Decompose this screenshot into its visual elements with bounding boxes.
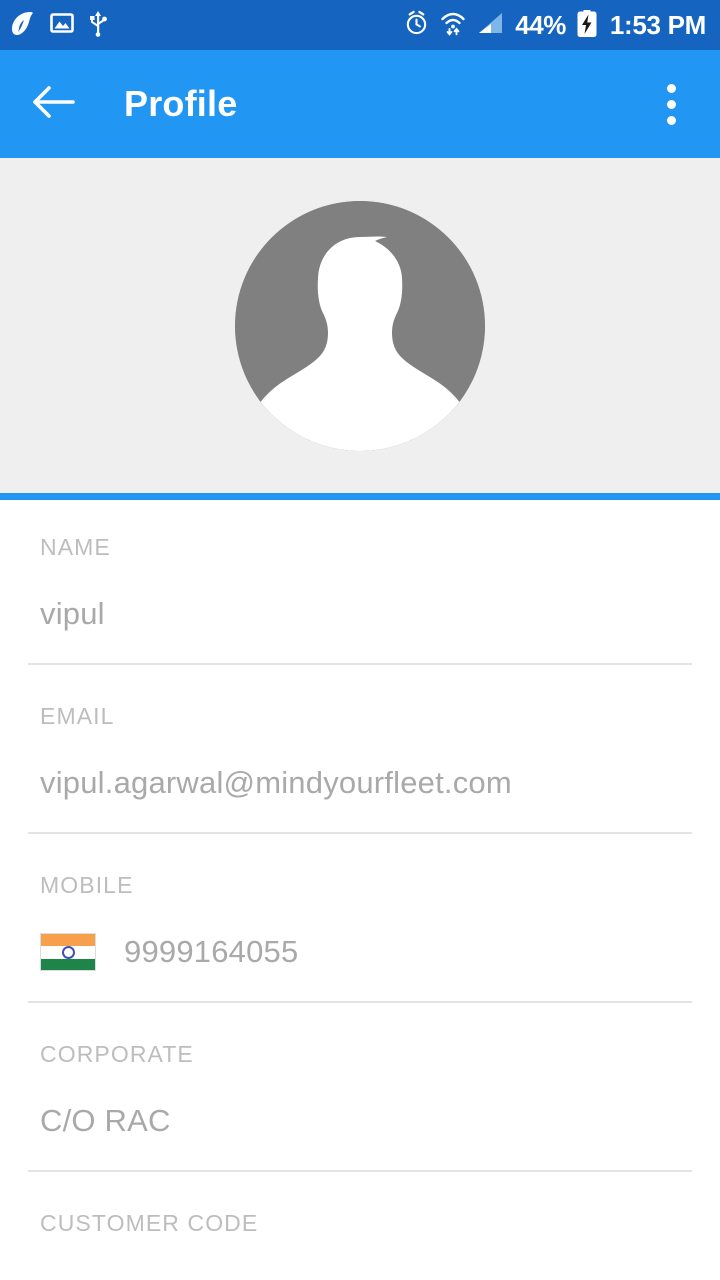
status-bar-clock: 1:53 PM (609, 10, 706, 40)
ashoka-chakra-icon (61, 945, 75, 959)
flag-band-green (41, 958, 95, 970)
field-value-mobile: 9999164055 (124, 934, 299, 969)
field-corporate[interactable]: CORPORATE C/O RAC (0, 1041, 720, 1172)
field-value-name: vipul (40, 596, 105, 631)
carrier-logo-icon (10, 9, 36, 42)
alarm-icon (404, 10, 429, 41)
flag-band-saffron (41, 934, 95, 946)
field-value-row-mobile[interactable]: 9999164055 (0, 921, 720, 983)
avatar[interactable] (235, 200, 485, 451)
signal-icon (477, 11, 504, 40)
field-value-row-email[interactable]: vipul.agarwal@mindyourfleet.com (0, 752, 720, 814)
status-bar-right-icons: 44% 1:53 PM (404, 9, 706, 42)
profile-form: NAME vipul EMAIL vipul.agarwal@mindyourf… (0, 500, 720, 1280)
more-vertical-icon (666, 83, 676, 93)
india-flag-icon[interactable] (40, 933, 96, 971)
more-vertical-icon-dot2 (666, 99, 676, 109)
battery-charging-icon (577, 9, 597, 42)
usb-icon (88, 9, 108, 42)
field-customer-code[interactable]: CUSTOMER CODE (0, 1210, 720, 1280)
field-value-row-name[interactable]: vipul (0, 583, 720, 645)
field-label-email: EMAIL (40, 703, 115, 729)
field-email[interactable]: EMAIL vipul.agarwal@mindyourfleet.com (0, 703, 720, 834)
status-bar: 44% 1:53 PM (0, 0, 720, 50)
field-label-mobile: MOBILE (40, 872, 134, 898)
back-button[interactable] (28, 78, 80, 130)
accent-divider-bar (0, 493, 720, 500)
field-label-corporate: CORPORATE (40, 1041, 194, 1067)
person-placeholder-avatar-icon (235, 200, 485, 451)
field-value-email: vipul.agarwal@mindyourfleet.com (40, 765, 512, 800)
flag-band-white (41, 945, 95, 959)
app-bar: Profile (0, 50, 720, 158)
overflow-menu-button[interactable] (644, 77, 698, 131)
wifi-icon (440, 10, 466, 41)
photo-icon (50, 11, 74, 40)
page-title: Profile (124, 83, 238, 124)
field-value-row-customer-code[interactable] (0, 1259, 720, 1280)
field-value-corporate: C/O RAC (40, 1103, 171, 1138)
battery-percent-label: 44% (515, 10, 566, 40)
field-name[interactable]: NAME vipul (0, 534, 720, 665)
field-mobile[interactable]: MOBILE 9999164055 (0, 872, 720, 1003)
more-vertical-icon-dot3 (666, 115, 676, 125)
field-label-name: NAME (40, 534, 111, 560)
status-bar-left-icons (10, 9, 108, 42)
avatar-section (0, 158, 720, 493)
arrow-back-icon (32, 85, 76, 124)
field-value-row-corporate[interactable]: C/O RAC (0, 1090, 720, 1152)
field-label-customer-code: CUSTOMER CODE (40, 1210, 259, 1236)
